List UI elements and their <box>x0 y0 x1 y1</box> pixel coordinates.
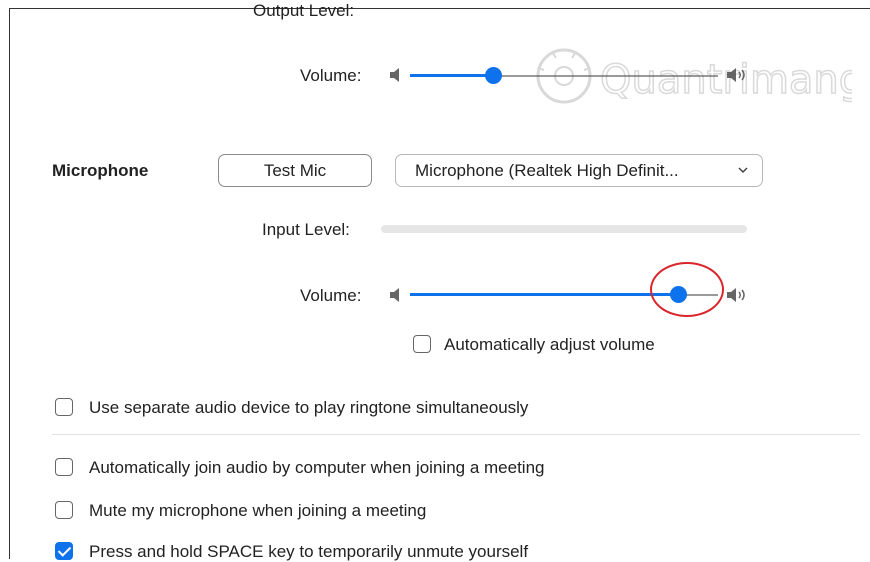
input-level-meter <box>381 225 747 233</box>
auto-join-audio-label: Automatically join audio by computer whe… <box>89 458 545 477</box>
test-mic-button[interactable]: Test Mic <box>218 154 372 187</box>
speaker-volume-thumb[interactable] <box>485 67 502 84</box>
separate-ringtone-device-label: Use separate audio device to play ringto… <box>89 398 529 417</box>
mic-volume-label: Volume: <box>300 286 362 305</box>
watermark-logo: Quantrimang <box>536 48 852 104</box>
speaker-volume-label: Volume: <box>300 66 362 85</box>
separate-ringtone-device-checkbox[interactable] <box>55 398 73 416</box>
chevron-down-icon <box>738 162 748 177</box>
auto-adjust-volume-label: Automatically adjust volume <box>444 335 655 354</box>
mic-volume-high-icon <box>727 288 745 302</box>
output-level-label: Output Level: <box>253 1 355 20</box>
space-to-unmute-label: Press and hold SPACE key to temporarily … <box>89 542 529 561</box>
watermark-text: Quantrimang <box>600 57 852 103</box>
microphone-device-value: Microphone (Realtek High Definit... <box>415 160 679 180</box>
mute-mic-on-join-checkbox[interactable] <box>55 501 73 519</box>
speaker-volume-fill <box>410 74 493 77</box>
microphone-device-select[interactable]: Microphone (Realtek High Definit... <box>395 154 763 187</box>
section-divider <box>52 434 860 435</box>
microphone-section-label: Microphone <box>52 161 149 180</box>
mic-volume-low-icon <box>390 288 399 302</box>
auto-adjust-volume-checkbox[interactable] <box>413 335 431 353</box>
input-level-label: Input Level: <box>262 220 350 239</box>
mic-volume-fill <box>410 293 678 296</box>
auto-join-audio-checkbox[interactable] <box>55 458 73 476</box>
highlight-circle <box>650 262 724 317</box>
mute-mic-on-join-label: Mute my microphone when joining a meetin… <box>89 501 427 520</box>
speaker-low-icon <box>390 68 399 82</box>
space-to-unmute-checkbox[interactable] <box>55 542 73 560</box>
